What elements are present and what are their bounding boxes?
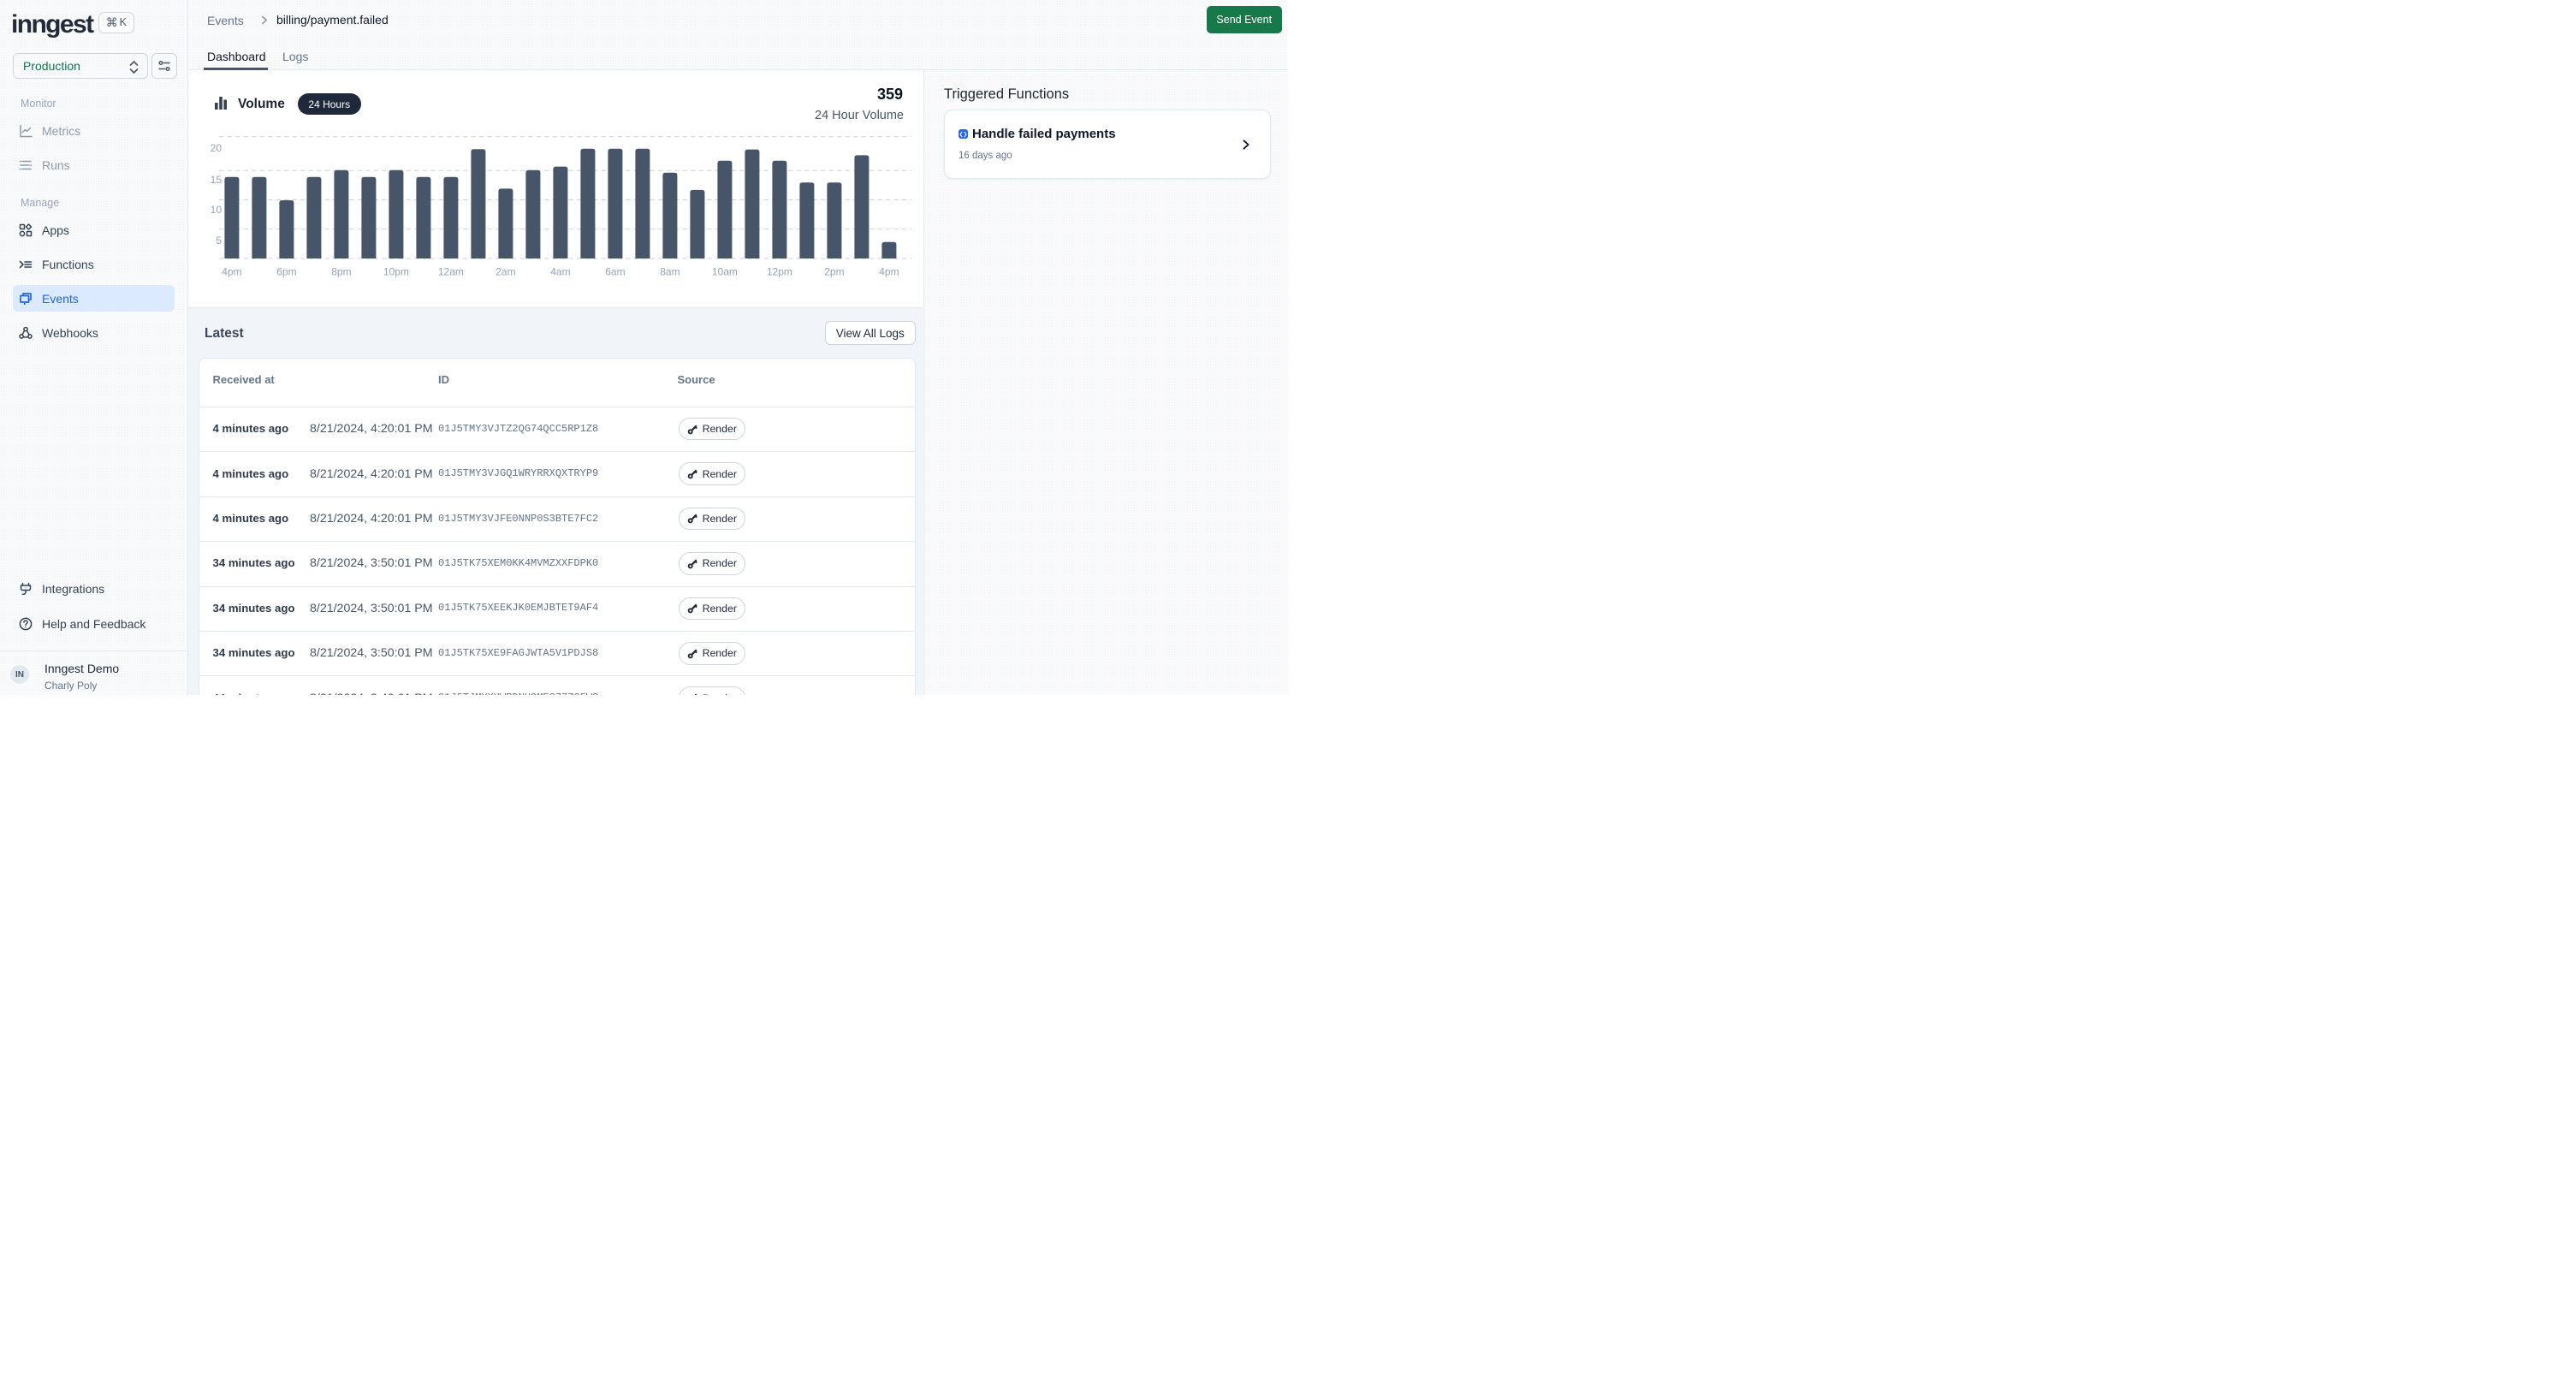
svg-text:4am: 4am — [550, 266, 570, 278]
svg-text:4pm: 4pm — [879, 266, 899, 278]
svg-text:20: 20 — [211, 142, 223, 154]
svg-text:10: 10 — [211, 204, 223, 216]
svg-text:6pm: 6pm — [276, 266, 296, 278]
svg-text:8pm: 8pm — [331, 266, 351, 278]
svg-text:15: 15 — [211, 174, 223, 186]
svg-text:2pm: 2pm — [824, 266, 844, 278]
svg-text:10am: 10am — [712, 266, 738, 278]
svg-text:2am: 2am — [496, 266, 515, 278]
svg-text:8am: 8am — [660, 266, 680, 278]
svg-text:12pm: 12pm — [767, 266, 792, 278]
svg-text:10pm: 10pm — [383, 266, 409, 278]
svg-text:5: 5 — [216, 235, 222, 247]
svg-text:4pm: 4pm — [222, 266, 241, 278]
svg-text:12am: 12am — [438, 266, 464, 278]
svg-text:6am: 6am — [605, 266, 625, 278]
